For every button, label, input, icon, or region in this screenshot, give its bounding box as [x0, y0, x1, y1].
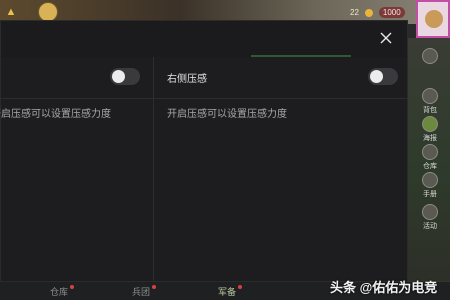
- tab-corps[interactable]: 兵团: [132, 285, 157, 298]
- side-item-2[interactable]: 海报: [414, 116, 446, 143]
- tab-armament[interactable]: 军备: [218, 285, 243, 298]
- side-item-0[interactable]: [414, 48, 446, 65]
- warehouse-icon: [422, 144, 438, 160]
- notification-dot-icon: [238, 285, 243, 289]
- side-item-5[interactable]: 活动: [414, 204, 446, 231]
- close-icon: [380, 32, 392, 44]
- tab-warehouse[interactable]: 仓库: [50, 285, 75, 298]
- left-pressure-description: 开启压感可以设置压感力度: [0, 109, 111, 120]
- currency-counter: 22 1000: [350, 7, 405, 18]
- toggle-knob: [112, 70, 125, 83]
- handbook-icon: [422, 172, 438, 188]
- toggle-knob: [370, 70, 383, 83]
- side-item-3[interactable]: 仓库: [414, 144, 446, 171]
- character-icon[interactable]: [38, 2, 58, 22]
- side-item-label: 仓库: [423, 163, 437, 170]
- game-screen: ▲ 22 1000 背包 海报 仓库 手册 活动 仓库 兵团 军备 开启压感可以…: [0, 0, 450, 300]
- side-item-4[interactable]: 手册: [414, 172, 446, 199]
- left-pressure-row: [1, 57, 153, 99]
- side-item-label: 手册: [423, 191, 437, 198]
- backpack-icon: [422, 88, 438, 104]
- notification-dot-icon: [152, 285, 157, 289]
- right-pressure-toggle[interactable]: [368, 68, 398, 85]
- right-pressure-description: 开启压感可以设置压感力度: [167, 109, 287, 120]
- warning-icon: ▲: [5, 6, 17, 18]
- watermark: 头条 @佑佑为电竞: [330, 280, 438, 295]
- event-icon: [422, 204, 438, 220]
- side-item-label: 海报: [423, 135, 437, 142]
- close-button[interactable]: [370, 22, 402, 54]
- side-item-label: 活动: [423, 223, 437, 230]
- side-item-1[interactable]: 背包: [414, 88, 446, 115]
- right-pressure-row: 右侧压感: [154, 57, 407, 99]
- counter-value: 22: [350, 8, 359, 17]
- left-pressure-toggle[interactable]: [110, 68, 140, 85]
- side-item-icon: [422, 48, 438, 64]
- avatar-face-icon: [425, 10, 443, 28]
- gem-value[interactable]: 1000: [378, 7, 405, 18]
- notification-dot-icon: [70, 285, 75, 289]
- right-pressure-label: 右侧压感: [167, 74, 207, 85]
- poster-icon: [422, 116, 438, 132]
- side-item-label: 背包: [423, 107, 437, 114]
- player-avatar[interactable]: [416, 0, 450, 38]
- tab-label: 军备: [218, 287, 237, 297]
- tab-label: 兵团: [132, 287, 151, 297]
- right-pressure-panel: 右侧压感 开启压感可以设置压感力度: [154, 57, 407, 281]
- dialog-header: [1, 21, 407, 57]
- pressure-settings-dialog: 开启压感可以设置压感力度 右侧压感 开启压感可以设置压感力度: [0, 20, 408, 282]
- left-pressure-panel: 开启压感可以设置压感力度: [0, 57, 153, 281]
- coin-icon: [364, 8, 373, 17]
- tab-label: 仓库: [50, 287, 69, 297]
- side-menu: 背包 海报 仓库 手册 活动: [408, 38, 450, 300]
